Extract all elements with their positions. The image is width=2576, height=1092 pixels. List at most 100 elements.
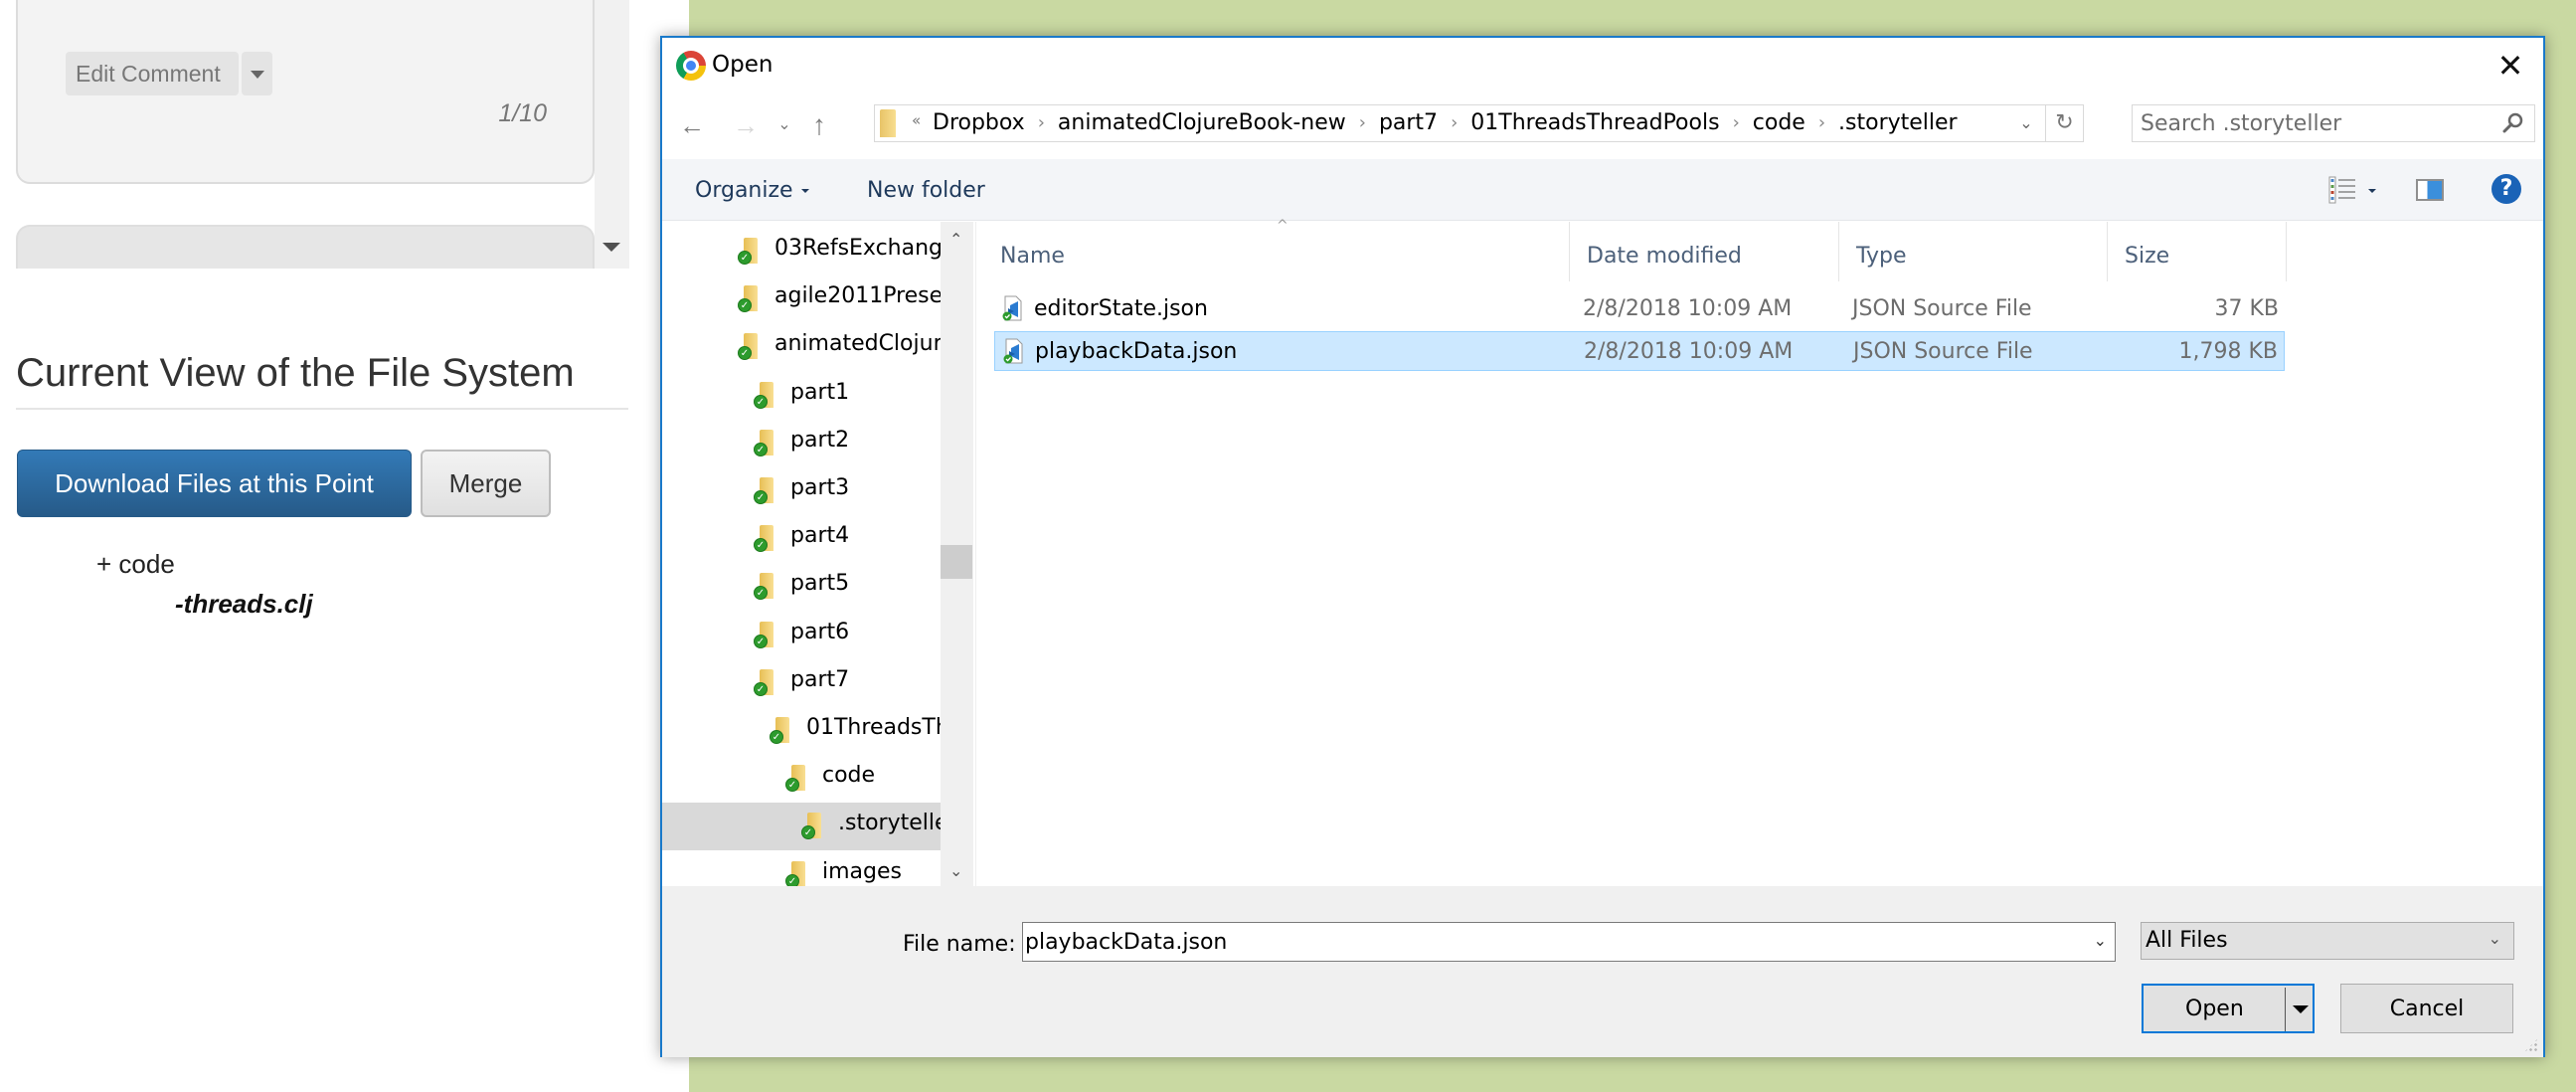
address-dropdown-icon[interactable]: ⌄	[2013, 109, 2039, 137]
dialog-titlebar[interactable]: Open ✕	[662, 38, 2543, 95]
search-input[interactable]	[2141, 108, 2479, 138]
edit-comment-button[interactable]: Edit Comment	[66, 52, 239, 95]
nav-tree-item-label: part3	[790, 475, 850, 500]
nav-tree-item[interactable]: ✓ part6	[662, 612, 941, 659]
navigation-pane-scrollbar[interactable]: ⌃ ⌄	[941, 222, 973, 886]
nav-tree-item-label: part6	[790, 619, 850, 644]
nav-tree-item-label: agile2011Presentation	[774, 283, 941, 309]
download-files-button[interactable]: Download Files at this Point	[17, 450, 412, 517]
nav-tree-item[interactable]: ✓ part7	[662, 659, 941, 707]
recent-locations-chevron-icon[interactable]: ⌄	[769, 107, 800, 143]
breadcrumb-code[interactable]: code	[1751, 110, 1807, 135]
nav-tree-item[interactable]: ✓ .storyteller	[662, 803, 941, 851]
nav-tree-item[interactable]: ✓ part2	[662, 420, 941, 467]
breadcrumb-animatedclojurebook[interactable]: animatedClojureBook-new	[1056, 110, 1348, 135]
details-view-icon[interactable]	[2328, 176, 2356, 204]
merge-button[interactable]: Merge	[421, 450, 551, 517]
chevron-right-icon[interactable]: ›	[1027, 112, 1056, 133]
breadcrumb-part7[interactable]: part7	[1377, 110, 1440, 135]
nav-tree-item[interactable]: ✓ 01ThreadsThreadPools	[662, 707, 941, 755]
nav-tree-item-label: .storyteller	[838, 811, 941, 836]
nav-tree-item[interactable]: ✓ agile2011Presentation	[662, 275, 941, 323]
folder-icon: ✓	[770, 717, 793, 745]
open-file-dialog: Open ✕ ← → ⌄ ↑ « Dropbox › animatedCloju…	[660, 36, 2545, 1057]
open-options-caret-icon[interactable]	[2293, 1005, 2309, 1013]
forward-arrow-icon[interactable]: →	[730, 107, 762, 143]
file-name-combobox: ⌄	[1022, 922, 2116, 962]
up-arrow-icon[interactable]: ↑	[803, 107, 835, 143]
back-arrow-icon[interactable]: ←	[676, 107, 708, 143]
search-icon[interactable]	[2502, 112, 2524, 134]
nav-tree-item[interactable]: ✓ images	[662, 851, 941, 886]
column-divider[interactable]	[1838, 222, 1839, 281]
file-type: JSON Source File	[1852, 296, 2032, 321]
nav-tree-item[interactable]: ✓ 03RefsExchange	[662, 228, 941, 275]
nav-tree-item[interactable]: ✓ part4	[662, 515, 941, 563]
file-row[interactable]: editorState.json 2/8/2018 10:09 AM JSON So…	[994, 289, 2285, 329]
comments-scrollbar[interactable]	[595, 0, 629, 269]
next-comment-panel	[16, 225, 595, 269]
breadcrumb-storyteller[interactable]: .storyteller	[1836, 110, 1960, 135]
column-header-size[interactable]: Size	[2125, 244, 2169, 283]
dialog-title: Open	[712, 52, 773, 78]
tree-file[interactable]: -threads.clj	[175, 589, 313, 620]
folder-icon: ✓	[754, 477, 777, 505]
organize-menu-button[interactable]: Organize	[695, 173, 809, 207]
file-name: editorState.json	[1034, 296, 1208, 321]
column-header-name[interactable]: Name	[1000, 244, 1065, 283]
nav-tree-item[interactable]: ✓ part1	[662, 372, 941, 420]
organize-label: Organize	[695, 177, 793, 203]
file-type: JSON Source File	[1853, 339, 2033, 364]
chevron-right-icon[interactable]: ›	[1348, 112, 1377, 133]
chevron-right-icon[interactable]: ›	[1807, 112, 1836, 133]
nav-tree-item-label: part5	[790, 571, 850, 597]
folder-icon: ✓	[754, 668, 777, 697]
edit-comment-dropdown-button[interactable]	[242, 52, 272, 95]
close-button[interactable]: ✕	[2488, 44, 2533, 88]
comment-pager: 1/10	[498, 99, 547, 127]
heading-divider	[16, 408, 628, 410]
search-box	[2132, 104, 2535, 142]
nav-tree-item[interactable]: ✓ part5	[662, 563, 941, 611]
file-name-dropdown-icon[interactable]: ⌄	[2094, 931, 2107, 950]
column-divider[interactable]	[1569, 222, 1570, 281]
file-name-input[interactable]	[1025, 926, 2069, 958]
nav-tree-item-label: 01ThreadsThreadPools	[806, 715, 941, 740]
folder-icon: ✓	[738, 333, 762, 361]
column-divider[interactable]	[2107, 222, 2108, 281]
preview-pane-icon[interactable]	[2416, 179, 2444, 201]
open-button[interactable]: Open	[2142, 984, 2315, 1033]
screen: Edit Comment 1/10 Current View of the Fi…	[0, 0, 2576, 1092]
navigation-row: ← → ⌄ ↑ « Dropbox › animatedClojureBook-…	[662, 99, 2543, 155]
nav-tree-item[interactable]: ✓ part3	[662, 467, 941, 515]
column-header-date-modified[interactable]: Date modified	[1587, 244, 1742, 283]
scrollbar-thumb[interactable]	[941, 545, 972, 579]
nav-tree-item[interactable]: ✓ animatedClojureBook-new	[662, 323, 941, 371]
scroll-down-icon[interactable]: ⌄	[949, 861, 962, 880]
chevron-right-icon[interactable]: ›	[1722, 112, 1751, 133]
new-folder-button[interactable]: New folder	[867, 173, 985, 207]
view-options-caret-icon[interactable]	[2368, 189, 2376, 193]
resize-grip-icon[interactable]	[2523, 1037, 2539, 1053]
address-bar[interactable]: « Dropbox › animatedClojureBook-new › pa…	[874, 104, 2084, 142]
file-date-modified: 2/8/2018 10:09 AM	[1584, 339, 1794, 364]
help-icon[interactable]: ?	[2491, 174, 2521, 204]
scroll-up-icon[interactable]: ⌃	[949, 230, 962, 249]
sync-check-icon: ✓	[754, 634, 768, 648]
tree-directory[interactable]: + code	[96, 549, 175, 580]
column-divider[interactable]	[2286, 222, 2287, 281]
nav-tree-item-label: images	[822, 858, 902, 884]
scroll-down-icon[interactable]	[602, 243, 620, 252]
file-row[interactable]: playbackData.json 2/8/2018 10:09 AM JSON S…	[994, 331, 2285, 371]
breadcrumb: Dropbox › animatedClojureBook-new › part…	[931, 110, 1960, 135]
overflow-chevron-icon[interactable]: «	[912, 111, 921, 129]
refresh-icon[interactable]: ↻	[2045, 105, 2083, 141]
breadcrumb-01threadsthreadpools[interactable]: 01ThreadsThreadPools	[1468, 110, 1721, 135]
nav-tree-item[interactable]: ✓ code	[662, 755, 941, 803]
chevron-right-icon[interactable]: ›	[1440, 112, 1468, 133]
nav-tree-item-label: part1	[790, 379, 850, 405]
cancel-button[interactable]: Cancel	[2340, 984, 2513, 1033]
column-header-type[interactable]: Type	[1856, 244, 1907, 283]
file-type-filter-select[interactable]: All Files ⌄	[2141, 922, 2514, 960]
breadcrumb-dropbox[interactable]: Dropbox	[931, 110, 1027, 135]
